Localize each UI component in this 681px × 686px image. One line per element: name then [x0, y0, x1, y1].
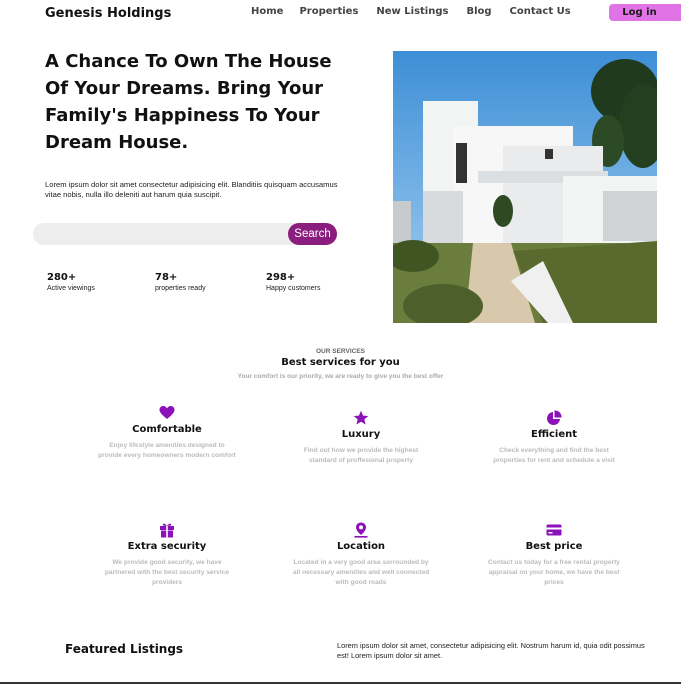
- stat-label: properties ready: [155, 285, 206, 292]
- service-description: Find out how we provide the highest stan…: [303, 447, 419, 464]
- hero-title: A Chance To Own The House Of Your Dreams…: [45, 51, 332, 153]
- service-card-location: Location Located in a very good area sor…: [291, 522, 431, 588]
- nav-contact-us[interactable]: Contact Us: [510, 6, 571, 17]
- nav-properties[interactable]: Properties: [299, 6, 358, 17]
- service-card-extra-security: Extra security We provide good security,…: [97, 522, 237, 588]
- heart-icon: [159, 406, 175, 419]
- stat-label: Active viewings: [47, 285, 95, 292]
- service-title: Best price: [525, 541, 583, 552]
- stat-properties-ready: 78+ properties ready: [155, 272, 206, 292]
- stat-active-viewings: 280+ Active viewings: [47, 272, 95, 292]
- search-input[interactable]: [43, 226, 283, 242]
- services-eyebrow: OUR SERVICES: [315, 348, 365, 355]
- nav-new-listings[interactable]: New Listings: [376, 6, 448, 17]
- service-description: Contact us today for a free rental prope…: [488, 559, 620, 586]
- star-icon: [353, 410, 369, 425]
- brand-logo-text[interactable]: Genesis Holdings: [45, 6, 171, 21]
- service-title: Extra security: [127, 541, 207, 552]
- service-title: Comfortable: [132, 424, 202, 435]
- stat-number: 298+: [266, 272, 296, 283]
- service-card-best-price: Best price Contact us today for a free r…: [484, 522, 624, 588]
- service-description: We provide good security, we have partne…: [104, 559, 230, 586]
- service-description: Check everything and find the best prope…: [493, 447, 615, 464]
- section-divider: [0, 682, 681, 684]
- credit-card-icon: [546, 524, 562, 536]
- featured-listings-title: Featured Listings: [65, 642, 184, 656]
- service-description: Located in a very good area sorrounded b…: [292, 559, 430, 586]
- hero-description: Lorem ipsum dolor sit amet consectetur a…: [45, 180, 338, 199]
- service-title: Efficient: [530, 429, 578, 440]
- house-photo: [393, 51, 657, 323]
- stat-label: Happy customers: [266, 285, 321, 292]
- services-heading: Best services for you: [281, 357, 400, 368]
- gift-icon: [160, 523, 174, 538]
- nav-home[interactable]: Home: [251, 6, 283, 17]
- services-subtitle: Your comfort is our priority, we are rea…: [237, 373, 444, 380]
- nav-blog[interactable]: Blog: [466, 6, 491, 17]
- service-card-efficient: Efficient Check everything and find the …: [484, 410, 624, 466]
- stat-number: 280+: [47, 272, 77, 283]
- service-title: Location: [336, 541, 386, 552]
- service-card-comfortable: Comfortable Enjoy lifestyle amenities de…: [97, 405, 237, 461]
- stat-number: 78+: [155, 272, 178, 283]
- featured-listings-description: Lorem ipsum dolor sit amet, consectetur …: [337, 641, 645, 660]
- main-nav: Home Properties New Listings Blog Contac…: [251, 6, 589, 17]
- hero-house-image: [393, 51, 657, 323]
- service-card-luxury: Luxury Find out how we provide the highe…: [291, 410, 431, 466]
- stat-happy-customers: 298+ Happy customers: [266, 272, 320, 292]
- search-button[interactable]: Search: [288, 223, 337, 245]
- pie-chart-icon: [547, 410, 562, 425]
- location-pin-icon: [354, 522, 368, 538]
- search-bar: Search: [33, 223, 337, 245]
- login-button[interactable]: Log in: [609, 4, 681, 21]
- service-title: Luxury: [341, 429, 381, 440]
- service-description: Enjoy lifestyle amenities designed to pr…: [98, 442, 236, 459]
